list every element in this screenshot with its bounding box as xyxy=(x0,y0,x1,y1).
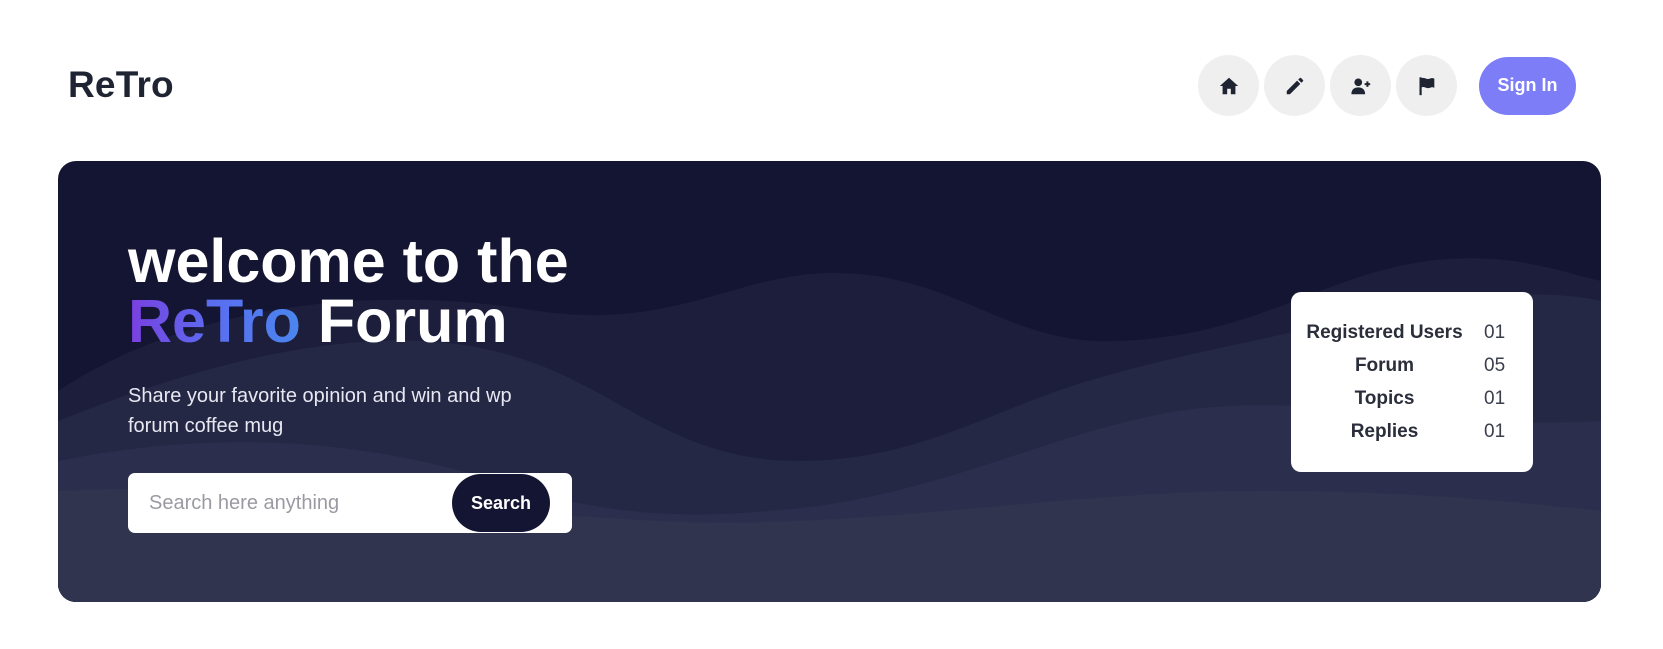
register-button[interactable] xyxy=(1330,55,1391,116)
hero-banner: welcome to the ReTro Forum Share your fa… xyxy=(58,161,1601,602)
page: ReTro Sign In welcome to the ReTro Forum… xyxy=(0,0,1663,649)
home-icon xyxy=(1219,77,1238,94)
sign-in-button[interactable]: Sign In xyxy=(1479,56,1576,115)
report-button[interactable] xyxy=(1396,55,1457,116)
stat-label: Forum xyxy=(1354,354,1415,376)
user-plus-icon xyxy=(1350,77,1370,94)
hero-title-rest: Forum xyxy=(317,287,508,355)
stat-label: Replies xyxy=(1350,420,1419,442)
hero-subtitle: Share your favorite opinion and win and … xyxy=(128,385,512,437)
stat-label: Registered Users xyxy=(1306,321,1463,343)
write-button[interactable] xyxy=(1264,55,1325,116)
search-input[interactable] xyxy=(128,483,428,523)
home-button[interactable] xyxy=(1198,55,1259,116)
pencil-icon xyxy=(1286,77,1303,94)
stat-value: 01 xyxy=(1484,321,1506,343)
hero-title-line1: welcome to the xyxy=(128,227,569,295)
stat-row-forum: Forum 05 xyxy=(1291,349,1533,382)
stat-value: 01 xyxy=(1484,420,1506,442)
top-nav: Sign In xyxy=(1198,55,1576,116)
stat-row-topics: Topics 01 xyxy=(1291,382,1533,415)
stat-row-registered-users: Registered Users 01 xyxy=(1291,316,1533,349)
hero-title: welcome to the ReTro Forum xyxy=(128,227,569,352)
stat-row-replies: Replies 01 xyxy=(1291,415,1533,448)
stat-value: 01 xyxy=(1484,387,1506,409)
stat-label: Topics xyxy=(1354,387,1415,409)
hero-title-brand: ReTro xyxy=(128,287,301,355)
site-logo[interactable]: ReTro xyxy=(68,64,174,106)
flag-icon xyxy=(1418,76,1434,95)
search-button[interactable]: Search xyxy=(452,474,550,532)
stat-value: 05 xyxy=(1484,354,1506,376)
forum-stats-card: Registered Users 01 Forum 05 Topics 01 R… xyxy=(1291,292,1533,472)
search-bar: Search xyxy=(128,473,572,533)
